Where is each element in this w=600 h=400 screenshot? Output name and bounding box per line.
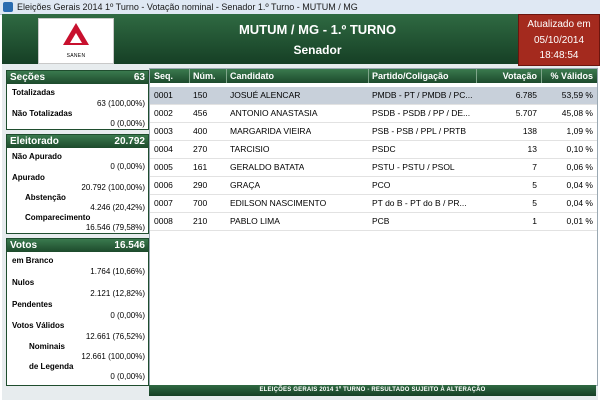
eleitorado-header: Eleitorado 20.792 (7, 135, 148, 148)
secoes-count: 63 (133, 72, 145, 83)
updated-date: 05/10/2014 (533, 35, 585, 46)
nominais-label: Nominais (29, 342, 66, 351)
totalizadas-label: Totalizadas (12, 88, 55, 97)
office-subtitle: Senador (293, 43, 342, 57)
page-title: MUTUM / MG - 1.º TURNO (238, 22, 397, 37)
col-candidato[interactable]: Candidato (230, 69, 274, 83)
updated-time: 18:48:54 (539, 50, 579, 61)
logo-text: SANEN (66, 53, 86, 59)
nulos-label: Nulos (12, 278, 35, 287)
col-votacao[interactable]: Votação (480, 69, 537, 83)
nao-apurado-value: 0 (0,00%) (110, 162, 145, 171)
table-row[interactable]: 0006 290 GRAÇA PCO 5 0,04 % (150, 177, 597, 195)
window-titlebar[interactable]: Eleições Gerais 2014 1º Turno - Votação … (0, 0, 600, 15)
window-title: Eleições Gerais 2014 1º Turno - Votação … (17, 2, 358, 12)
legenda-value: 0 (0,00%) (110, 372, 145, 381)
votos-header: Votos 16.546 (7, 239, 148, 252)
legenda-label: de Legenda (29, 362, 74, 371)
col-validos[interactable]: % Válidos (545, 69, 593, 83)
nao-apurado-label: Não Apurado (12, 152, 62, 161)
secoes-panel: Seções 63 Totalizadas 63 (100,00%) Não T… (6, 70, 149, 130)
table-row[interactable]: 0003 400 MARGARIDA VIEIRA PSB - PSB / PP… (150, 123, 597, 141)
apurado-value: 20.792 (100,00%) (81, 183, 145, 192)
table-row[interactable]: 0001 150 JOSUÉ ALENCAR PMDB - PT / PMDB … (150, 87, 597, 105)
totalizadas-value: 63 (100,00%) (96, 99, 145, 108)
votos-validos-value: 12.661 (76,52%) (85, 332, 145, 341)
nominais-value: 12.661 (100,00%) (81, 352, 145, 361)
abstencao-value: 4.246 (20,42%) (90, 203, 145, 212)
nulos-value: 2.121 (12,82%) (90, 289, 145, 298)
votos-panel: Votos 16.546 em Branco 1.764 (10,66%) Nu… (6, 238, 149, 386)
logo: SANEN (38, 18, 114, 64)
branco-label: em Branco (12, 256, 54, 265)
table-row[interactable]: 0002 456 ANTONIO ANASTASIA PSDB - PSDB /… (150, 105, 597, 123)
col-seq[interactable]: Seq. (154, 69, 173, 83)
abstencao-label: Abstenção (25, 193, 66, 202)
eleitorado-panel: Eleitorado 20.792 Não Apurado 0 (0,00%) … (6, 134, 149, 234)
apurado-label: Apurado (12, 173, 45, 182)
col-partido[interactable]: Partido/Coligação (372, 69, 449, 83)
nao-totalizadas-label: Não Totalizadas (12, 109, 73, 118)
col-num[interactable]: Núm. (193, 69, 216, 83)
updated-label: Atualizado em (527, 19, 591, 30)
votos-count: 16.546 (114, 240, 145, 251)
secoes-header: Seções 63 (7, 71, 148, 84)
table-row[interactable]: 0005 161 GERALDO BATATA PSTU - PSTU / PS… (150, 159, 597, 177)
table-row[interactable]: 0008 210 PABLO LIMA PCB 1 0,01 % (150, 213, 597, 231)
table-row[interactable]: 0007 700 EDILSON NASCIMENTO PT do B - PT… (150, 195, 597, 213)
results-table: Seq. Núm. Candidato Partido/Coligação Vo… (149, 68, 598, 386)
branco-value: 1.764 (10,66%) (90, 267, 145, 276)
comparecimento-value: 16.546 (79,58%) (85, 223, 145, 232)
status-footer: ELEIÇÕES GERAIS 2014 1º TURNO - RESULTAD… (149, 385, 596, 396)
table-row[interactable]: 0004 270 TARCISIO PSDC 13 0,10 % (150, 141, 597, 159)
update-box: Atualizado em 05/10/2014 18:48:54 (518, 14, 600, 66)
comparecimento-label: Comparecimento (25, 213, 91, 222)
table-header: Seq. Núm. Candidato Partido/Coligação Vo… (150, 69, 597, 83)
nao-totalizadas-value: 0 (0,00%) (110, 119, 145, 128)
pendentes-value: 0 (0,00%) (110, 311, 145, 320)
app-icon (3, 2, 13, 12)
pendentes-label: Pendentes (12, 300, 53, 309)
eleitorado-count: 20.792 (114, 136, 145, 147)
votos-validos-label: Votos Válidos (12, 321, 65, 330)
